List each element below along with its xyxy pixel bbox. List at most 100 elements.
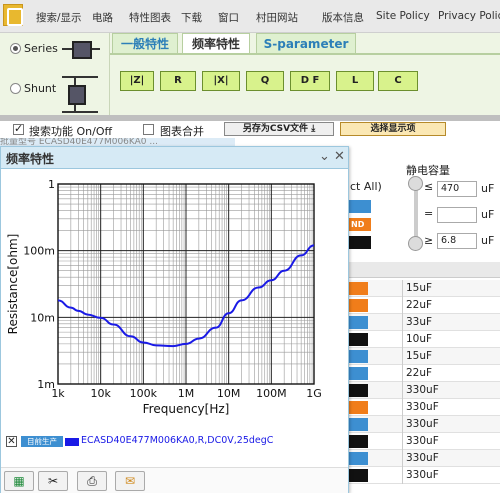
table-row[interactable]: 330uF	[348, 467, 500, 484]
column-separator	[402, 297, 403, 314]
characteristics-panel: 一般特性 频率特性 S-parameter |Z| R |X| Q D F L …	[110, 33, 500, 115]
status-badge	[348, 452, 368, 465]
param-df-button[interactable]: D F	[290, 71, 330, 91]
search-toolbar: 搜索功能 On/Off 图表合并 另存为CSV文件 ⤓ 选择显示项	[0, 121, 500, 138]
menu-site-policy[interactable]: Site Policy	[376, 10, 430, 22]
cap-equal-input[interactable]	[437, 207, 477, 223]
shunt-radio[interactable]	[10, 83, 21, 94]
results-table-header	[348, 262, 500, 278]
column-separator	[402, 399, 403, 416]
tag-partial: ND	[349, 218, 371, 231]
excel-icon[interactable]: ▦	[4, 471, 34, 491]
x-axis-label: Frequency[Hz]	[143, 402, 230, 416]
overlay-chart-checkbox[interactable]	[143, 124, 154, 135]
save-csv-label: 另存为CSV文件	[242, 124, 309, 134]
tab-general[interactable]: 一般特性	[112, 33, 178, 53]
status-badge	[348, 299, 368, 312]
table-row[interactable]: 33uF	[348, 314, 500, 331]
cap-min-input[interactable]: 6.8	[437, 233, 477, 249]
series-option[interactable]: Series	[10, 42, 58, 55]
menu-charts[interactable]: 特性图表	[129, 10, 171, 25]
menu-privacy-policy[interactable]: Privacy Policy	[438, 10, 500, 22]
capacitance-cell: 10uF	[406, 333, 433, 345]
capacitance-cell: 22uF	[406, 367, 433, 379]
tab-frequency[interactable]: 频率特性	[182, 33, 250, 55]
status-badge	[348, 435, 368, 448]
param-r-button[interactable]: R	[160, 71, 196, 91]
menu-bar: 搜索/显示 电路 特性图表 下载 窗口 村田网站 版本信息 Site Polic…	[0, 0, 500, 33]
param-c-button[interactable]: C	[378, 71, 418, 91]
collapse-icon[interactable]: ⌄	[319, 149, 330, 164]
column-separator	[402, 382, 403, 399]
x-tick-label: 10M	[217, 387, 241, 400]
series-label: Series	[24, 42, 58, 55]
download-icon: ⤓	[311, 124, 316, 134]
cap-max-input[interactable]: 470	[437, 181, 477, 197]
tab-divider	[110, 53, 500, 55]
legend-remove-checkbox[interactable]: ✕	[6, 436, 17, 447]
chart-window-title: 频率特性	[6, 152, 55, 166]
param-x-button[interactable]: |X|	[202, 71, 240, 91]
x-tick-label: 100M	[256, 387, 287, 400]
capacitance-cell: 330uF	[406, 452, 439, 464]
legend-status-badge: 目前生产	[21, 436, 63, 447]
op-eq: =	[424, 207, 434, 220]
table-row[interactable]: 15uF	[348, 280, 500, 297]
table-row[interactable]: 330uF	[348, 399, 500, 416]
series-radio[interactable]	[10, 43, 21, 54]
status-badge	[348, 316, 368, 329]
table-row[interactable]: 10uF	[348, 331, 500, 348]
table-row[interactable]: 330uF	[348, 433, 500, 450]
param-l-button[interactable]: L	[336, 71, 374, 91]
menu-download[interactable]: 下载	[181, 10, 202, 25]
legend-series-label: ECASD40E477M006KA0,R,DC0V,25degC	[81, 435, 274, 446]
status-badge	[348, 469, 368, 482]
column-separator	[402, 331, 403, 348]
status-badge	[348, 367, 368, 380]
column-separator	[402, 467, 403, 484]
slider-upper-knob[interactable]	[408, 176, 423, 191]
search-function-checkbox[interactable]	[13, 122, 24, 135]
shunt-option[interactable]: Shunt	[10, 82, 56, 95]
param-z-button[interactable]: |Z|	[120, 71, 154, 91]
table-row[interactable]: 15uF	[348, 348, 500, 365]
chart-window-titlebar[interactable]: 频率特性 ⌄ ✕	[1, 147, 348, 169]
select-display-items-button[interactable]: 选择显示项	[340, 122, 446, 136]
status-badge	[348, 384, 368, 397]
x-tick-label: 10k	[90, 387, 111, 400]
unit-label-min: uF	[481, 234, 495, 247]
capacitance-cell: 15uF	[406, 350, 433, 362]
menu-circuit[interactable]: 电路	[92, 10, 113, 25]
close-icon[interactable]: ✕	[334, 149, 345, 164]
menu-version[interactable]: 版本信息	[322, 10, 364, 25]
memo-icon[interactable]: ✉	[115, 471, 145, 491]
capacitance-cell: 330uF	[406, 401, 439, 413]
tag-blue-partial	[349, 200, 371, 213]
legend-color-swatch	[65, 438, 79, 446]
table-row[interactable]: 22uF	[348, 365, 500, 382]
menu-window[interactable]: 窗口	[218, 10, 239, 25]
tab-s-parameter[interactable]: S-parameter	[256, 33, 356, 53]
settings-icon[interactable]: ✂	[38, 471, 68, 491]
status-badge	[348, 401, 368, 414]
capacitance-cell: 15uF	[406, 282, 433, 294]
slider-lower-knob[interactable]	[408, 236, 423, 251]
save-csv-button[interactable]: 另存为CSV文件 ⤓	[224, 122, 334, 136]
table-row[interactable]: 330uF	[348, 382, 500, 399]
menu-search-display[interactable]: 搜索/显示	[36, 10, 82, 25]
param-q-button[interactable]: Q	[246, 71, 284, 91]
column-separator	[402, 450, 403, 467]
y-tick-label: 1	[48, 178, 55, 191]
table-row[interactable]: 330uF	[348, 416, 500, 433]
select-all-partial[interactable]: ct All)	[350, 180, 382, 193]
capacitance-cell: 330uF	[406, 469, 439, 481]
shunt-bottom-rail	[62, 111, 98, 113]
table-row[interactable]: 330uF	[348, 450, 500, 467]
capacitance-cell: 22uF	[406, 299, 433, 311]
frequency-chart-window: 频率特性 ⌄ ✕ 1k 10k 100k 1M 10M 100M 1G 1m 10m 100m 1 F…	[0, 146, 349, 493]
menu-murata-site[interactable]: 村田网站	[256, 10, 298, 25]
print-icon[interactable]: ⎙	[77, 471, 107, 491]
unit-label-eq: uF	[481, 208, 495, 221]
table-row[interactable]: 22uF	[348, 297, 500, 314]
column-separator	[402, 348, 403, 365]
